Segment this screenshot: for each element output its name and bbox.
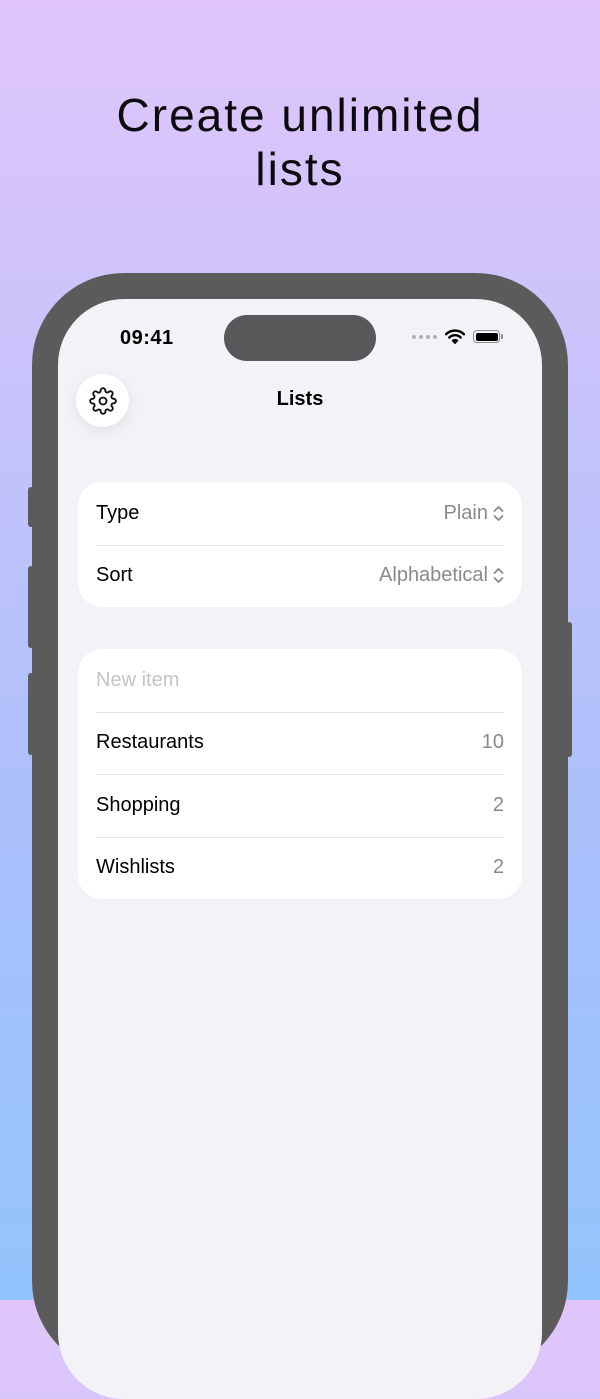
sort-label: Sort (96, 564, 133, 587)
status-icons (412, 329, 503, 344)
list-item-name: Shopping (96, 793, 181, 816)
signal-dots-icon (412, 334, 437, 339)
type-label: Type (96, 501, 140, 524)
phone-screen: 09:41 Lists Type Plain Sort Alphabetical… (58, 299, 542, 1399)
headline-line-2: lists (255, 143, 345, 195)
type-picker-row[interactable]: Type Plain (78, 482, 522, 545)
list-item[interactable]: Shopping 2 (78, 774, 522, 837)
battery-icon (473, 330, 503, 343)
list-item-name: Wishlists (96, 856, 175, 879)
list-item-name: Restaurants (96, 731, 204, 754)
chevron-up-down-icon (493, 505, 504, 521)
new-item-placeholder: New item (96, 668, 180, 691)
status-time: 09:41 (120, 327, 174, 349)
settings-card: Type Plain Sort Alphabetical (78, 482, 522, 607)
dynamic-island (224, 315, 376, 361)
list-item-count: 2 (492, 856, 504, 879)
list-item[interactable]: Wishlists 2 (78, 836, 522, 900)
list-item[interactable]: Restaurants 10 (78, 711, 522, 775)
sort-picker[interactable]: Alphabetical (379, 564, 504, 587)
sort-value: Alphabetical (379, 564, 488, 587)
type-value: Plain (443, 501, 488, 524)
sort-picker-row[interactable]: Sort Alphabetical (78, 544, 522, 608)
new-item-input[interactable]: New item (78, 649, 522, 712)
list-item-count: 10 (481, 731, 504, 754)
list-item-count: 2 (492, 793, 504, 816)
type-picker[interactable]: Plain (444, 502, 504, 525)
lists-card: New item Restaurants 10 Shopping 2 Wishl… (78, 649, 522, 899)
page-title: Lists (276, 388, 324, 410)
chevron-up-down-icon (493, 568, 504, 584)
headline: Create unlimited lists (0, 88, 600, 196)
wifi-icon (445, 329, 465, 344)
headline-line-1: Create unlimited (116, 89, 484, 141)
